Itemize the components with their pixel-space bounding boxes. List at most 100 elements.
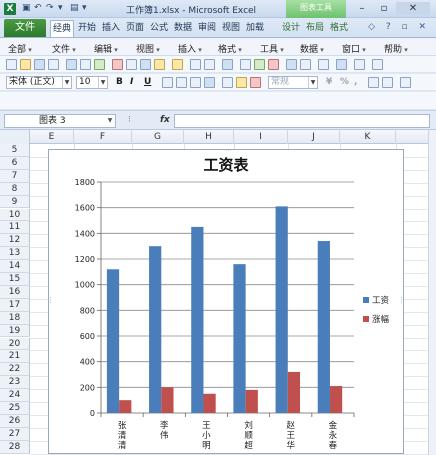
fx-icon[interactable]: fx — [160, 115, 170, 125]
permission-icon[interactable] — [48, 59, 59, 70]
row-header-16[interactable]: 16 — [0, 285, 30, 299]
close-button[interactable]: ✕ — [396, 2, 430, 15]
chevron-down-icon[interactable]: ▼ — [62, 77, 71, 88]
tab-layout[interactable]: 布局 — [304, 20, 326, 37]
tab-design[interactable]: 设计 — [280, 20, 302, 37]
column-header-f[interactable]: F — [74, 130, 132, 144]
row-header-5[interactable]: 5 — [0, 144, 30, 157]
zoom-icon[interactable] — [318, 59, 329, 70]
menu-data[interactable]: 数据 — [300, 42, 324, 55]
column-header-e[interactable]: E — [30, 130, 74, 144]
tab-format[interactable]: 格式 — [328, 20, 350, 37]
qat-save-icon[interactable]: ▤ — [70, 3, 79, 13]
formula-input[interactable] — [174, 114, 430, 128]
bar-salary[interactable] — [233, 264, 246, 413]
qat-customize-icon[interactable]: ▾ — [82, 3, 87, 13]
bar-raise[interactable] — [245, 389, 258, 413]
select-all-corner[interactable] — [0, 130, 30, 144]
menu-edit[interactable]: 编辑 — [94, 42, 118, 55]
row-header-26[interactable]: 26 — [0, 414, 30, 428]
bar-raise[interactable] — [119, 400, 132, 413]
font-color-icon[interactable] — [250, 77, 261, 88]
copy-icon[interactable] — [140, 59, 151, 70]
merge-center-icon[interactable] — [204, 77, 215, 88]
column-header-h[interactable]: H — [184, 130, 234, 144]
excel-icon[interactable]: X — [4, 3, 16, 15]
borders-icon[interactable] — [222, 77, 233, 88]
open-icon[interactable] — [20, 59, 31, 70]
bold-button[interactable]: B — [116, 77, 123, 87]
italic-button[interactable]: I — [130, 77, 133, 87]
row-header-6[interactable]: 6 — [0, 156, 30, 170]
bar-raise[interactable] — [287, 371, 301, 413]
column-header-g[interactable]: G — [132, 130, 184, 144]
print-preview-icon[interactable] — [80, 59, 91, 70]
redo-icon[interactable]: ↷ — [46, 3, 54, 13]
sort-ascending-icon[interactable] — [254, 59, 265, 70]
hyperlink-icon[interactable] — [222, 59, 233, 70]
chevron-down-icon[interactable]: ▼ — [98, 77, 107, 88]
undo-icon[interactable] — [190, 59, 201, 70]
chart-icon[interactable] — [286, 59, 297, 70]
save-icon[interactable]: ▣ — [22, 3, 31, 13]
sort-descending-icon[interactable] — [268, 59, 279, 70]
number-format-combo[interactable]: 常规 ▼ — [268, 76, 318, 89]
row-header-14[interactable]: 14 — [0, 260, 30, 273]
bar-salary[interactable] — [191, 226, 204, 413]
row-header-8[interactable]: 8 — [0, 182, 30, 196]
row-header-13[interactable]: 13 — [0, 247, 30, 261]
row-header-25[interactable]: 25 — [0, 402, 30, 415]
bar-salary[interactable] — [149, 246, 162, 413]
row-header-19[interactable]: 19 — [0, 324, 30, 338]
tab-data[interactable]: 数据 — [172, 20, 194, 37]
chart-legend[interactable]: 工资涨幅 — [363, 295, 390, 325]
format-painter-icon[interactable] — [172, 59, 183, 70]
drawing-icon[interactable] — [300, 59, 311, 70]
decrease-decimal-icon[interactable] — [382, 77, 393, 88]
tab-formulas[interactable]: 公式 — [148, 20, 170, 37]
row-header-20[interactable]: 20 — [0, 337, 30, 351]
worksheet-grid[interactable]: E F G H I J K 5 6 7 8 9 10 11 12 13 14 15 16 17 18 19 2… — [0, 130, 436, 455]
menu-insert[interactable]: 插入 — [178, 42, 202, 55]
name-box[interactable]: 图表 3 ▼ — [4, 114, 116, 128]
legend-label[interactable]: 工资 — [372, 295, 390, 306]
tab-view[interactable]: 视图 — [220, 20, 242, 37]
bar-salary[interactable] — [106, 269, 120, 413]
research-icon[interactable] — [112, 59, 123, 70]
maximize-button[interactable]: ▫ — [374, 2, 394, 15]
tab-classic[interactable]: 经典 — [50, 20, 74, 37]
menu-all[interactable]: 全部 — [8, 42, 32, 55]
resize-handle-top[interactable]: ⋯ — [225, 146, 232, 154]
font-size-combo[interactable]: 10 ▼ — [76, 76, 108, 89]
bar-raise[interactable] — [329, 386, 343, 413]
bar-salary[interactable] — [317, 241, 330, 413]
fx-insert-icon[interactable] — [336, 59, 347, 70]
column-header-i[interactable]: I — [234, 130, 288, 144]
row-header-9[interactable]: 9 — [0, 195, 30, 209]
tab-home[interactable]: 开始 — [76, 20, 98, 37]
comma-button[interactable]: , — [354, 77, 357, 87]
undo-icon[interactable]: ↶ — [34, 3, 42, 13]
tab-page[interactable]: 页面 — [124, 20, 146, 37]
menu-file[interactable]: 文件 — [52, 42, 76, 55]
tab-insert[interactable]: 插入 — [100, 20, 122, 37]
bar-salary[interactable] — [275, 206, 288, 413]
row-header-15[interactable]: 15 — [0, 273, 30, 286]
row-header-28[interactable]: 28 — [0, 440, 30, 454]
underline-button[interactable]: U — [144, 77, 151, 87]
ribbon-help-icons[interactable]: ◇ ? ▫ ✕ — [368, 22, 430, 32]
chevron-down-icon[interactable]: ▼ — [105, 115, 115, 127]
menu-tools[interactable]: 工具 — [260, 42, 284, 55]
row-header-23[interactable]: 23 — [0, 376, 30, 390]
align-center-icon[interactable] — [176, 77, 187, 88]
cut-icon[interactable] — [126, 59, 137, 70]
chevron-down-icon[interactable]: ▾ — [58, 3, 63, 13]
filter-icon[interactable] — [354, 59, 365, 70]
row-header-12[interactable]: 12 — [0, 234, 30, 248]
help-icon[interactable] — [372, 59, 383, 70]
paste-icon[interactable] — [154, 59, 165, 70]
row-header-10[interactable]: 10 — [0, 208, 30, 222]
minimize-button[interactable]: – — [352, 2, 372, 15]
bar-raise[interactable] — [203, 393, 216, 413]
tab-file[interactable]: 文件 — [4, 19, 46, 37]
